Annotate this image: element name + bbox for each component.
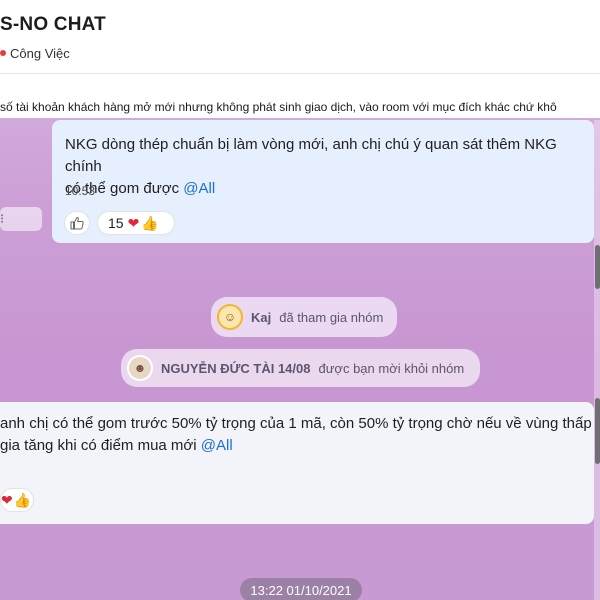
message-line: NKG dòng thép chuẩn bị làm vòng mới, anh… xyxy=(65,136,557,175)
mention-all[interactable]: @All xyxy=(183,180,215,197)
message-text: NKG dòng thép chuẩn bị làm vòng mới, anh… xyxy=(65,134,595,200)
reaction-count: 15 xyxy=(108,215,124,231)
message-line: anh chị có thể gom trước 50% tỷ trọng củ… xyxy=(0,415,592,432)
group-title[interactable]: S-NO CHAT xyxy=(0,14,106,36)
mention-all[interactable]: @All xyxy=(201,437,233,454)
reaction-summary[interactable]: ❤ 👍 xyxy=(0,488,34,512)
system-notice-removed: ☻ NGUYỄN ĐỨC TÀI 14/08 được bạn mời khỏi… xyxy=(121,349,480,387)
message-time: 10:53 xyxy=(65,184,96,198)
pinned-message-text: số tài khoản khách hàng mở mới nhưng khô… xyxy=(0,100,557,114)
group-tag-label: Công Việc xyxy=(10,45,70,61)
system-text: đã tham gia nhóm xyxy=(279,309,384,325)
thumbs-up-icon: 👍 xyxy=(141,214,159,231)
system-notice-joined: ☺ Kaj đã tham gia nhóm xyxy=(211,297,397,337)
avatar[interactable]: ☻ xyxy=(127,355,153,381)
reaction-summary[interactable]: 15 ❤ 👍 xyxy=(97,211,175,235)
thumbs-up-icon: 👍 xyxy=(13,491,32,508)
heart-icon: ❤ xyxy=(1,491,13,508)
heart-icon: ❤ xyxy=(127,214,140,231)
message-text: anh chị có thể gom trước 50% tỷ trọng củ… xyxy=(0,413,600,457)
more-options-icon[interactable]: ⁝ xyxy=(0,211,4,227)
message-actions[interactable]: ⁝ xyxy=(0,207,42,231)
message-line: gia tăng khi có điểm mua mới xyxy=(0,437,201,454)
date-separator: 13:22 01/10/2021 xyxy=(240,578,362,600)
system-user-name[interactable]: NGUYỄN ĐỨC TÀI 14/08 xyxy=(161,361,311,376)
group-tag[interactable]: Công Việc xyxy=(0,44,70,62)
system-user-name[interactable]: Kaj xyxy=(251,310,271,325)
chat-header: S-NO CHAT Công Việc xyxy=(0,0,600,74)
pinned-message-bar[interactable]: số tài khoản khách hàng mở mới nhưng khô… xyxy=(0,74,600,118)
scrollbar-thumb[interactable] xyxy=(595,245,600,289)
thumbs-up-outline-icon xyxy=(70,216,84,230)
message-bubble[interactable]: anh chị có thể gom trước 50% tỷ trọng củ… xyxy=(0,402,594,524)
tag-color-dot-icon xyxy=(0,50,6,56)
system-text: được bạn mời khỏi nhóm xyxy=(318,360,465,376)
avatar[interactable]: ☺ xyxy=(217,304,243,330)
react-button[interactable] xyxy=(64,211,90,235)
